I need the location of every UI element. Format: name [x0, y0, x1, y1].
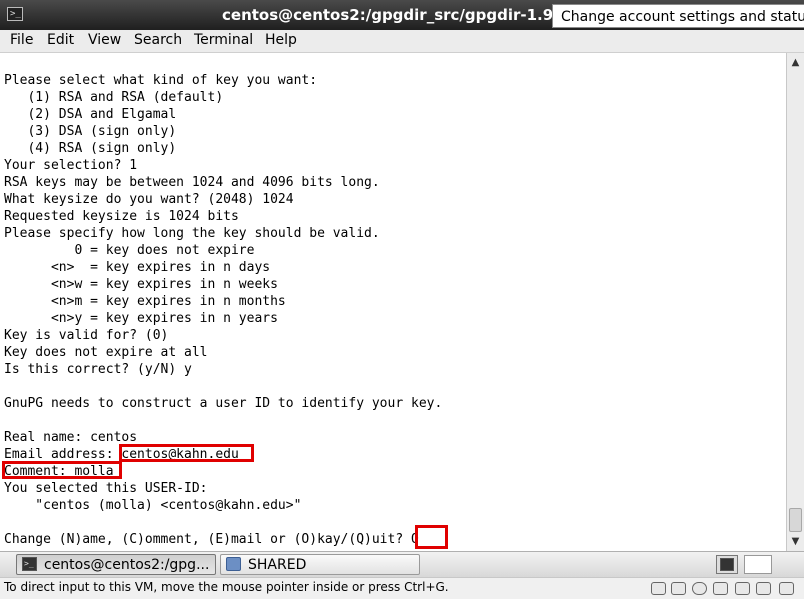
- taskbar-item-terminal[interactable]: >_ centos@centos2:/gpg...: [16, 554, 216, 575]
- vm-statusbar: To direct input to this VM, move the mou…: [0, 577, 804, 599]
- window-titlebar[interactable]: >_ centos@centos2:/gpgdir_src/gpgdir-1.9…: [0, 0, 804, 30]
- usb-icon[interactable]: [692, 582, 707, 595]
- terminal-icon[interactable]: >_: [7, 7, 23, 21]
- terminal-icon: >_: [22, 557, 37, 571]
- cdrom-icon[interactable]: [671, 582, 686, 595]
- message-icon[interactable]: [779, 582, 794, 595]
- sound-icon[interactable]: [735, 582, 750, 595]
- menu-search[interactable]: Search: [134, 31, 182, 51]
- workspace-switcher[interactable]: [744, 555, 772, 574]
- show-desktop-button[interactable]: [716, 555, 738, 574]
- scroll-down-icon[interactable]: ▼: [789, 535, 802, 548]
- input-highlight-box: [415, 525, 448, 549]
- tooltip: Change account settings and status: [552, 4, 804, 28]
- menu-edit[interactable]: Edit: [47, 31, 74, 51]
- taskbar-item-label: centos@centos2:/gpg...: [44, 557, 210, 573]
- window-title: centos@centos2:/gpgdir_src/gpgdir-1.9.5: [222, 6, 570, 24]
- menu-help[interactable]: Help: [265, 31, 297, 51]
- scrollbar-thumb[interactable]: [789, 508, 802, 532]
- taskbar: >_ centos@centos2:/gpg... SHARED: [0, 551, 804, 577]
- taskbar-item-shared[interactable]: SHARED: [220, 554, 420, 575]
- menu-bar: File Edit View Search Terminal Help: [0, 30, 804, 53]
- folder-icon: [226, 557, 241, 571]
- menu-file[interactable]: File: [10, 31, 33, 51]
- comment-highlight-box: [2, 461, 122, 479]
- email-highlight-box: [119, 444, 254, 462]
- scroll-up-icon[interactable]: ▲: [789, 56, 802, 69]
- printer-icon[interactable]: [756, 582, 771, 595]
- terminal-icon: [720, 558, 734, 571]
- status-message: To direct input to this VM, move the mou…: [4, 580, 449, 594]
- terminal-output[interactable]: Please select what kind of key you want:…: [0, 53, 786, 551]
- taskbar-item-label: SHARED: [248, 557, 307, 573]
- terminal-scrollbar[interactable]: ▲ ▼: [786, 53, 804, 551]
- menu-terminal[interactable]: Terminal: [194, 31, 253, 51]
- network-icon[interactable]: [713, 582, 728, 595]
- hdd-icon[interactable]: [651, 582, 666, 595]
- menu-view[interactable]: View: [88, 31, 121, 51]
